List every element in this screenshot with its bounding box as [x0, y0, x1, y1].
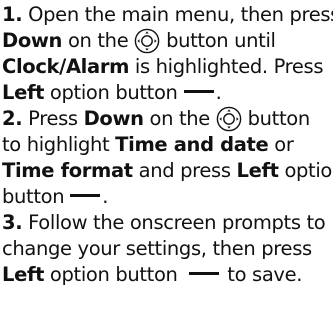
step-text: and press — [138, 159, 231, 182]
step-text: option button — [49, 263, 178, 286]
step-text: on the — [67, 29, 129, 52]
step-text: option — [284, 159, 333, 182]
step-text: . — [102, 185, 109, 208]
option-button-icon — [189, 272, 220, 275]
key-label: Down — [2, 29, 63, 52]
option-button-icon — [183, 90, 214, 93]
key-label: Time format — [2, 159, 133, 182]
step-number: 1. — [2, 3, 23, 26]
step-3: 3. Follow the onscreen prompts to change… — [2, 210, 331, 288]
step-text: is highlighted. Press — [134, 55, 324, 78]
step-text: Open the main menu, then press — [28, 3, 333, 26]
step-text: button — [2, 185, 65, 208]
key-label: Clock/Alarm — [2, 55, 130, 78]
step-1: 1. Open the main menu, then press Down o… — [2, 2, 333, 106]
step-number: 3. — [2, 211, 23, 234]
nav-key-icon — [134, 28, 160, 54]
option-button-icon — [70, 194, 101, 197]
step-text: on the — [149, 107, 211, 130]
instruction-document: 1. Open the main menu, then press Down o… — [0, 0, 333, 317]
step-text: Follow the onscreen prompts to — [28, 211, 326, 234]
step-text: . — [215, 81, 222, 104]
step-text: button — [247, 107, 311, 130]
step-text: or — [274, 133, 294, 156]
key-label: Left — [2, 263, 45, 286]
step-2: 2. Press Down on the button to highlight… — [2, 106, 333, 210]
key-label: Down — [83, 107, 144, 130]
step-text: Press — [28, 107, 78, 130]
step-text: option button — [49, 81, 178, 104]
key-label: Time and date — [115, 133, 269, 156]
step-number: 2. — [2, 107, 23, 130]
key-label: Left — [236, 159, 279, 182]
step-text: to highlight — [2, 133, 110, 156]
nav-key-icon — [216, 106, 242, 132]
step-text: change your settings, then press — [2, 237, 312, 260]
step-text: to save. — [227, 263, 303, 286]
step-text: button until — [166, 29, 276, 52]
key-label: Left — [2, 81, 45, 104]
